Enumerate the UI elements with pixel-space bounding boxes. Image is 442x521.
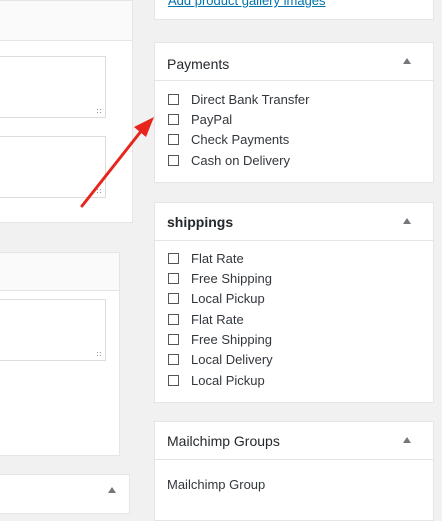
collapse-toggle-icon[interactable] [108, 487, 116, 493]
shipping-option[interactable]: Free Shipping [168, 330, 272, 348]
resize-handle-icon[interactable] [96, 188, 102, 194]
payments-title: Payments [167, 56, 230, 72]
shipping-option[interactable]: Local Pickup [168, 289, 265, 307]
left-panel-bottom [0, 474, 130, 514]
checkbox[interactable] [168, 113, 179, 125]
mailchimp-header[interactable]: Mailchimp Groups [155, 422, 433, 460]
checkbox[interactable] [168, 374, 179, 386]
collapse-toggle-icon[interactable] [403, 218, 411, 224]
payment-option[interactable]: Direct Bank Transfer [168, 90, 310, 108]
checkbox[interactable] [168, 272, 179, 284]
collapse-toggle-icon[interactable] [403, 437, 411, 443]
shippings-title: shippings [167, 214, 234, 230]
shipping-option[interactable]: Local Pickup [168, 371, 265, 389]
checkbox[interactable] [168, 252, 179, 264]
shippings-header[interactable]: shippings [155, 203, 433, 241]
mailchimp-group-label: Mailchimp Group [167, 477, 266, 492]
checkbox[interactable] [168, 292, 179, 304]
mailchimp-box: Mailchimp Groups Mailchimp Group [154, 421, 434, 521]
checkbox[interactable] [168, 333, 179, 345]
left-panel-top [0, 0, 133, 223]
checkbox[interactable] [168, 313, 179, 325]
mailchimp-title: Mailchimp Groups [167, 433, 280, 449]
payments-header[interactable]: Payments [155, 43, 433, 81]
checkbox[interactable] [168, 93, 179, 105]
shippings-box: shippings Flat Rate Free Shipping Local … [154, 202, 434, 403]
left-panel-middle [0, 252, 120, 456]
left-panel-middle-header [0, 253, 119, 291]
payments-box: Payments Direct Bank Transfer PayPal Che… [154, 42, 434, 183]
shipping-option[interactable]: Flat Rate [168, 310, 244, 328]
resize-handle-icon[interactable] [96, 108, 102, 114]
payment-option[interactable]: PayPal [168, 110, 232, 128]
product-gallery-box: Add product gallery images [154, 0, 434, 20]
shipping-option[interactable]: Flat Rate [168, 249, 244, 267]
left-panel-top-header [0, 1, 132, 41]
shipping-option[interactable]: Free Shipping [168, 269, 272, 287]
arrow-head-icon [134, 117, 154, 137]
checkbox[interactable] [168, 353, 179, 365]
textarea-2[interactable] [0, 136, 106, 198]
add-gallery-images-link[interactable]: Add product gallery images [168, 0, 326, 8]
textarea-1[interactable] [0, 56, 106, 118]
resize-handle-icon[interactable] [96, 351, 102, 357]
collapse-toggle-icon[interactable] [403, 58, 411, 64]
payment-option[interactable]: Check Payments [168, 130, 289, 148]
shipping-option[interactable]: Local Delivery [168, 350, 273, 368]
payment-option[interactable]: Cash on Delivery [168, 151, 290, 169]
textarea-3[interactable] [0, 299, 106, 361]
checkbox[interactable] [168, 154, 179, 166]
checkbox[interactable] [168, 133, 179, 145]
